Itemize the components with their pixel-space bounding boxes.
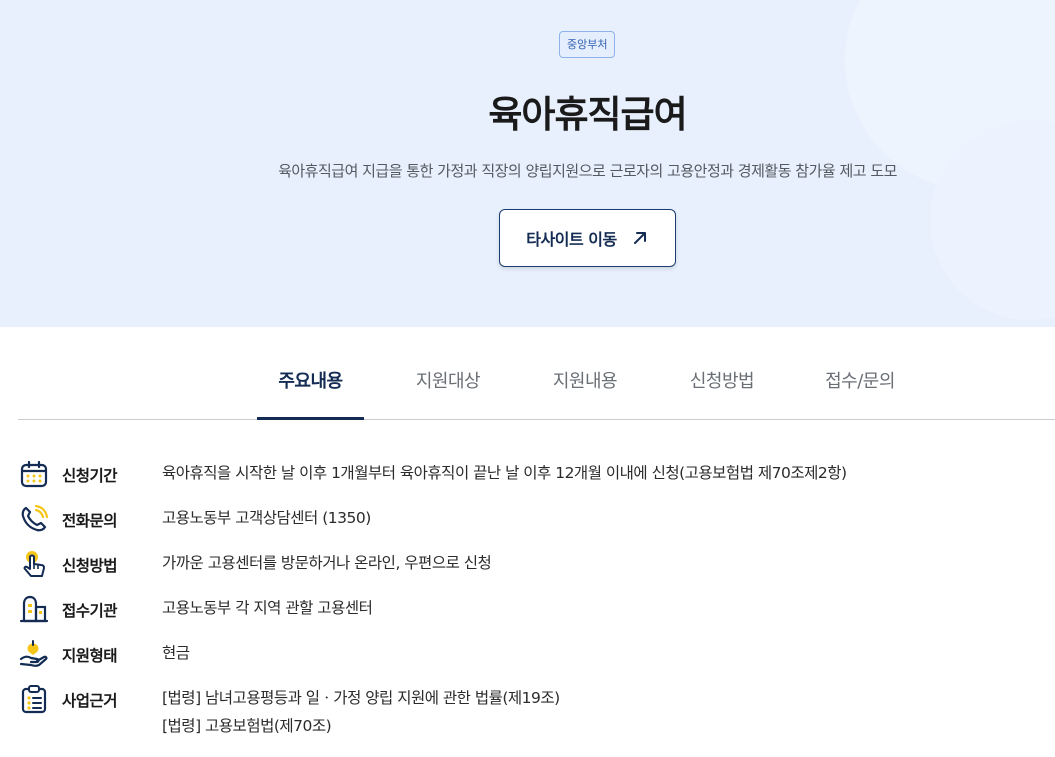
info-row-support-type: 지원형태 현금 — [0, 635, 1055, 675]
info-row-application-method: 신청방법 가까운 고용센터를 방문하거나 온라인, 우편으로 신청 — [0, 545, 1055, 585]
info-row-reception-agency: 접수기관 고용노동부 각 지역 관할 고용센터 — [0, 590, 1055, 630]
info-row-value: 고용노동부 각 지역 관할 고용센터 — [162, 599, 373, 617]
info-row-legal-basis: 사업근거 [법령] 남녀고용평등과 일ㆍ가정 양립 지원에 관한 법률(제19조… — [0, 680, 1055, 740]
external-site-button[interactable]: 타사이트 이동 — [499, 209, 676, 267]
hero-banner: 중앙부처 육아휴직급여 육아휴직급여 지급을 통한 가정과 직장의 양립지원으로… — [0, 0, 1055, 327]
info-row-value-secondary: [법령] 고용보험법(제70조) — [162, 717, 332, 735]
info-row-label: 신청방법 — [62, 557, 118, 575]
page-title: 육아휴직급여 — [488, 93, 687, 136]
clipboard-list-icon — [21, 685, 47, 714]
content-tabs: 주요내용 지원대상 지원내용 신청방법 접수/문의 — [18, 345, 1055, 420]
page-subtitle: 육아휴직급여 지급을 통한 가정과 직장의 양립지원으로 근로자의 고용안정과 … — [278, 162, 897, 180]
tab-reception-inquiry[interactable]: 접수/문의 — [810, 345, 910, 419]
building-icon — [19, 595, 49, 623]
arrow-up-right-icon — [633, 232, 646, 244]
info-row-value: [법령] 남녀고용평등과 일ㆍ가정 양립 지원에 관한 법률(제19조) — [162, 689, 560, 707]
info-row-label: 접수기관 — [62, 602, 118, 620]
info-row-label: 사업근거 — [62, 692, 118, 710]
tap-hand-icon — [23, 551, 45, 577]
info-row-value: 고용노동부 고객상담센터 (1350) — [162, 509, 371, 527]
info-row-label: 지원형태 — [62, 647, 118, 665]
tab-how-to-apply[interactable]: 신청방법 — [672, 345, 772, 419]
calendar-icon — [20, 460, 48, 488]
tab-main-content[interactable]: 주요내용 — [257, 345, 364, 420]
info-row-label: 신청기간 — [62, 467, 118, 485]
info-row-value: 현금 — [162, 644, 190, 662]
tab-support-details[interactable]: 지원내용 — [535, 345, 635, 419]
info-row-application-period: 신청기간 육아휴직을 시작한 날 이후 1개월부터 육아휴직이 끝난 날 이후 … — [0, 455, 1055, 495]
external-site-button-label: 타사이트 이동 — [526, 230, 617, 249]
info-row-value: 육아휴직을 시작한 날 이후 1개월부터 육아휴직이 끝난 날 이후 12개월 … — [162, 464, 847, 482]
info-row-value: 가까운 고용센터를 방문하거나 온라인, 우편으로 신청 — [162, 554, 492, 572]
category-badge: 중앙부처 — [559, 31, 616, 58]
tab-eligibility[interactable]: 지원대상 — [398, 345, 498, 419]
info-row-phone-inquiry: 전화문의 고용노동부 고객상담센터 (1350) — [0, 500, 1055, 540]
info-row-label: 전화문의 — [62, 512, 118, 530]
hand-money-icon — [19, 640, 48, 667]
phone-icon — [21, 504, 49, 532]
